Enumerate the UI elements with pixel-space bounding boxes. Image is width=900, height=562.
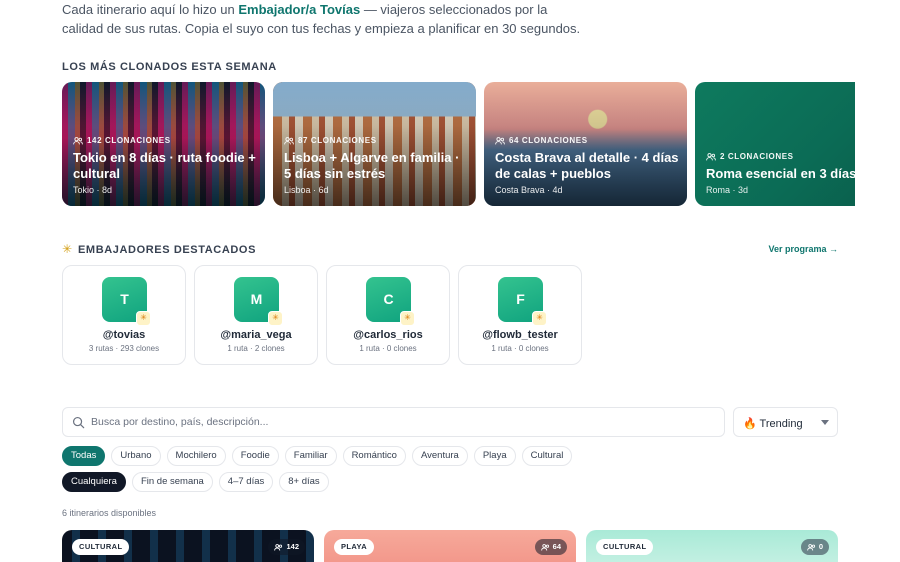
result-card[interactable]: CULTURAL 142 xyxy=(62,530,314,562)
chip-8-plus-dias[interactable]: 8+ días xyxy=(279,472,329,492)
trip-subtitle: Lisboa · 6d xyxy=(284,185,329,195)
clones-badge: 142 xyxy=(268,539,305,555)
trip-card[interactable]: 142 CLONACIONES Tokio en 8 días · ruta f… xyxy=(62,82,265,206)
chip-romantico[interactable]: Romántico xyxy=(342,446,406,466)
results-count: 6 itinerarios disponibles xyxy=(62,508,157,518)
trip-card[interactable]: 2 CLONACIONES Roma esencial en 3 días Ro… xyxy=(695,82,855,206)
ambassador-stats: 3 rutas · 293 clones xyxy=(88,344,160,353)
clones-badge-count: 0 xyxy=(818,542,823,551)
category-tag: CULTURAL xyxy=(72,539,130,555)
users-icon xyxy=(706,152,716,160)
chip-familiar[interactable]: Familiar xyxy=(284,446,337,466)
chip-4-7-dias[interactable]: 4–7 días xyxy=(218,472,274,492)
intro-prefix: Cada itinerario aquí lo hizo un xyxy=(62,2,239,17)
users-icon xyxy=(284,136,294,144)
intro-suffix: — viajeros seleccionados por la xyxy=(360,2,548,17)
chip-cualquiera[interactable]: Cualquiera xyxy=(62,472,126,492)
ambassador-card[interactable]: M ✳ @maria_vega 1 ruta · 2 clones xyxy=(194,265,318,365)
search-box xyxy=(62,407,725,437)
trip-title: Costa Brava al detalle · 4 días de calas… xyxy=(495,150,679,181)
clones-badge-count: 142 xyxy=(286,542,299,551)
users-icon xyxy=(274,543,283,551)
clones-label: 142 CLONACIONES xyxy=(73,136,257,145)
trip-card[interactable]: 87 CLONACIONES Lisboa + Algarve en famil… xyxy=(273,82,476,206)
trip-subtitle: Tokio · 8d xyxy=(73,185,113,195)
clones-label: 2 CLONACIONES xyxy=(706,152,855,161)
search-input[interactable] xyxy=(91,412,711,432)
trip-meta: 87 CLONACIONES Lisboa + Algarve en famil… xyxy=(284,136,468,195)
top-cloned-title: LOS MÁS CLONADOS ESTA SEMANA xyxy=(62,61,277,73)
clones-badge: 64 xyxy=(534,539,567,555)
chip-mochilero[interactable]: Mochilero xyxy=(166,446,226,466)
result-card[interactable]: CULTURAL 0 xyxy=(586,530,838,562)
chip-fin-de-semana[interactable]: Fin de semana xyxy=(131,472,213,492)
ambassadors-title: EMBAJADORES DESTACADOS xyxy=(78,244,257,256)
chip-aventura[interactable]: Aventura xyxy=(411,446,468,466)
chevron-down-icon xyxy=(821,420,829,425)
trip-title: Tokio en 8 días · ruta foodie + cultural xyxy=(73,150,256,181)
trip-meta: 64 CLONACIONES Costa Brava al detalle · … xyxy=(495,136,679,195)
intro-line-1: Cada itinerario aquí lo hizo un Embajado… xyxy=(62,0,582,19)
ambassador-handle: @flowb_tester xyxy=(482,329,558,341)
clones-count: 142 CLONACIONES xyxy=(87,136,171,145)
top-cloned-carousel[interactable]: 142 CLONACIONES Tokio en 8 días · ruta f… xyxy=(62,82,855,206)
ambassador-handle: @carlos_rios xyxy=(353,329,423,341)
chip-foodie[interactable]: Foodie xyxy=(231,446,279,466)
ambassador-card[interactable]: F ✳ @flowb_tester 1 ruta · 0 clones xyxy=(458,265,582,365)
trip-meta: 142 CLONACIONES Tokio en 8 días · ruta f… xyxy=(73,136,257,195)
clones-count: 2 CLONACIONES xyxy=(720,152,794,161)
search-icon xyxy=(72,416,85,429)
trip-subtitle: Roma · 3d xyxy=(706,185,749,195)
trip-meta: 2 CLONACIONES Roma esencial en 3 días Ro… xyxy=(706,152,855,195)
chip-playa[interactable]: Playa xyxy=(473,446,516,466)
result-card[interactable]: PLAYA 64 xyxy=(324,530,576,562)
clones-label: 64 CLONACIONES xyxy=(495,136,679,145)
ambassador-stats: 1 ruta · 0 clones xyxy=(491,344,549,353)
sort-select[interactable]: 🔥 Trending xyxy=(733,407,838,437)
ambassadors-header: ✳ EMBAJADORES DESTACADOS Ver programa → xyxy=(62,242,838,258)
chip-todas[interactable]: Todas xyxy=(62,446,106,466)
sparkle-badge-icon: ✳ xyxy=(136,311,151,326)
ambassador-card[interactable]: T ✳ @tovias 3 rutas · 293 clones xyxy=(62,265,186,365)
category-chips: Todas Urbano Mochilero Foodie Familiar R… xyxy=(62,446,573,466)
sort-selected-label: 🔥 Trending xyxy=(743,418,803,430)
trip-title: Roma esencial en 3 días xyxy=(706,166,855,181)
category-tag: CULTURAL xyxy=(596,539,654,555)
users-icon xyxy=(495,136,505,144)
ambassador-handle: @maria_vega xyxy=(220,329,292,341)
sparkle-badge-icon: ✳ xyxy=(268,311,283,326)
ambassador-stats: 1 ruta · 2 clones xyxy=(227,344,285,353)
clones-count: 64 CLONACIONES xyxy=(509,136,588,145)
ambassador-card[interactable]: C ✳ @carlos_rios 1 ruta · 0 clones xyxy=(326,265,450,365)
ambassador-link[interactable]: Embajador/a Tovías xyxy=(238,2,360,17)
trip-subtitle: Costa Brava · 4d xyxy=(495,185,563,195)
clones-label: 87 CLONACIONES xyxy=(284,136,468,145)
duration-chips: Cualquiera Fin de semana 4–7 días 8+ día… xyxy=(62,472,329,492)
ambassador-stats: 1 ruta · 0 clones xyxy=(359,344,417,353)
ver-programa-link[interactable]: Ver programa → xyxy=(768,244,838,254)
intro-line-2: calidad de sus rutas. Copia el suyo con … xyxy=(62,21,581,36)
clones-badge-count: 64 xyxy=(552,542,561,551)
sparkle-badge-icon: ✳ xyxy=(400,311,415,326)
category-tag: PLAYA xyxy=(334,539,375,555)
trip-card[interactable]: 64 CLONACIONES Costa Brava al detalle · … xyxy=(484,82,687,206)
trip-title: Lisboa + Algarve en familia · 5 días sin… xyxy=(284,150,460,181)
users-icon xyxy=(540,543,549,551)
chip-cultural[interactable]: Cultural xyxy=(521,446,573,466)
chip-urbano[interactable]: Urbano xyxy=(111,446,161,466)
intro-text: Cada itinerario aquí lo hizo un Embajado… xyxy=(62,0,582,38)
clones-count: 87 CLONACIONES xyxy=(298,136,377,145)
users-icon xyxy=(73,136,83,144)
users-icon xyxy=(807,543,815,551)
sparkle-icon: ✳ xyxy=(62,242,73,256)
sparkle-badge-icon: ✳ xyxy=(532,311,547,326)
ambassador-handle: @tovias xyxy=(102,329,146,341)
clones-badge: 0 xyxy=(800,539,829,555)
